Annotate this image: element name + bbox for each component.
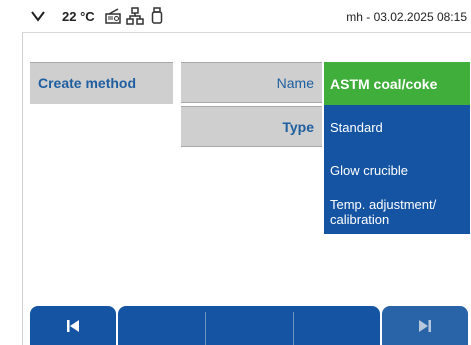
radio-icon <box>105 8 121 24</box>
function-button-group[interactable] <box>118 306 380 345</box>
skip-forward-button[interactable] <box>382 306 468 345</box>
create-method-title: Create method <box>30 62 173 104</box>
option-standard[interactable]: Standard <box>324 105 470 150</box>
skip-forward-icon <box>419 319 431 332</box>
bottom-toolbar <box>22 306 471 345</box>
status-bar: 22 °C mh - 03.02.2025 08:15 <box>22 0 471 33</box>
network-icon <box>126 7 144 25</box>
skip-back-icon <box>67 319 79 332</box>
type-label[interactable]: Type <box>181 106 322 147</box>
skip-back-button[interactable] <box>30 306 116 345</box>
option-astm-coal-coke[interactable]: ASTM coal/coke <box>324 62 470 105</box>
button-divider <box>205 312 206 345</box>
chevron-down-icon[interactable] <box>30 8 46 24</box>
button-divider <box>293 312 294 345</box>
option-glow-crucible[interactable]: Glow crucible <box>324 150 470 192</box>
temperature-readout: 22 °C <box>62 9 95 24</box>
name-label[interactable]: Name <box>181 62 322 103</box>
user-datetime: mh - 03.02.2025 08:15 <box>346 10 467 24</box>
usb-icon <box>151 7 163 24</box>
option-temp-adjustment-calibration[interactable]: Temp. adjustment/ calibration <box>324 192 470 234</box>
